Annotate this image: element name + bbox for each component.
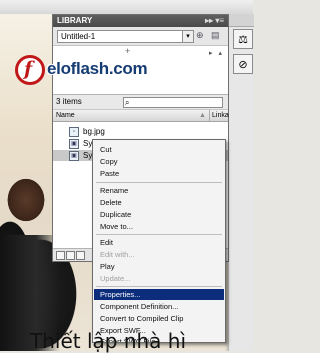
new-symbol-icon[interactable] <box>56 251 65 260</box>
menu-item-play[interactable]: Play <box>94 261 224 272</box>
document-name: Untitled-1 <box>61 32 96 41</box>
menu-item-update[interactable]: Update... <box>94 273 224 284</box>
search-icon: ⌕ <box>125 98 130 107</box>
menu-separator <box>96 286 222 287</box>
menu-item-properties[interactable]: Properties... <box>94 289 224 300</box>
align-icon[interactable]: ⚖ <box>233 29 253 49</box>
menu-item-edit-with[interactable]: Edit with... <box>94 249 224 260</box>
menu-item-copy[interactable]: Copy <box>94 156 224 167</box>
column-linkage[interactable]: Linka <box>209 110 232 121</box>
library-count-row: 3 items ⌕ <box>53 95 228 110</box>
new-folder-icon[interactable] <box>66 251 75 260</box>
compass-icon[interactable]: ⊘ <box>233 54 253 74</box>
library-search-input[interactable]: ⌕ <box>123 97 223 108</box>
menu-separator <box>96 234 222 235</box>
panel-menu-icon[interactable]: ▸▸ ▾≡ <box>205 15 224 27</box>
tools-panel-header <box>229 14 254 27</box>
library-title: LIBRARY <box>57 16 93 25</box>
menu-item-duplicate[interactable]: Duplicate <box>94 209 224 220</box>
item-count: 3 items <box>56 97 82 106</box>
logo-text: eloflash.com <box>47 59 148 78</box>
document-select[interactable]: Untitled-1 ▾ <box>57 30 194 43</box>
properties-icon[interactable] <box>76 251 85 260</box>
menu-item-cut[interactable]: Cut <box>94 144 224 155</box>
menu-item-delete[interactable]: Delete <box>94 197 224 208</box>
menu-item-paste[interactable]: Paste <box>94 168 224 179</box>
bitmap-icon: ▫ <box>69 127 79 137</box>
pin-icon[interactable]: ⊕ <box>196 30 204 41</box>
menu-item-convert-compiled[interactable]: Convert to Compiled Clip <box>94 313 224 324</box>
document-row: Untitled-1 ▾ ⊕ ▤ <box>53 27 228 46</box>
tools-panel: ⚖ ⊘ <box>228 14 254 351</box>
library-titlebar: LIBRARY ▸▸ ▾≡ <box>53 15 228 27</box>
menu-item-rename[interactable]: Rename <box>94 185 224 196</box>
caption-text: Thiết lập nhà hì <box>30 329 187 353</box>
watermark-logo: f eloflash.com <box>15 55 155 85</box>
library-header: Name ▲ Linka <box>53 110 229 122</box>
library-item[interactable]: ▫ bg.jpg <box>53 126 228 137</box>
menu-item-component-definition[interactable]: Component Definition... <box>94 301 224 312</box>
new-library-icon[interactable]: ▤ <box>211 30 220 41</box>
preview-controls-icon[interactable]: ▸ ▴ <box>209 49 224 57</box>
menu-item-edit[interactable]: Edit <box>94 237 224 248</box>
library-item-label: bg.jpg <box>83 127 105 136</box>
chevron-down-icon[interactable]: ▾ <box>182 31 193 42</box>
movieclip-icon: ▣ <box>69 151 79 161</box>
menu-separator <box>96 182 222 183</box>
menu-item-move-to[interactable]: Move to... <box>94 221 224 232</box>
movieclip-icon: ▣ <box>69 139 79 149</box>
column-name[interactable]: Name <box>56 112 75 119</box>
sort-icon[interactable]: ▲ <box>199 110 206 121</box>
top-toolbar <box>0 0 253 14</box>
context-menu: Cut Copy Paste Rename Delete Duplicate M… <box>92 139 226 343</box>
flash-logo-icon: f <box>15 55 45 85</box>
